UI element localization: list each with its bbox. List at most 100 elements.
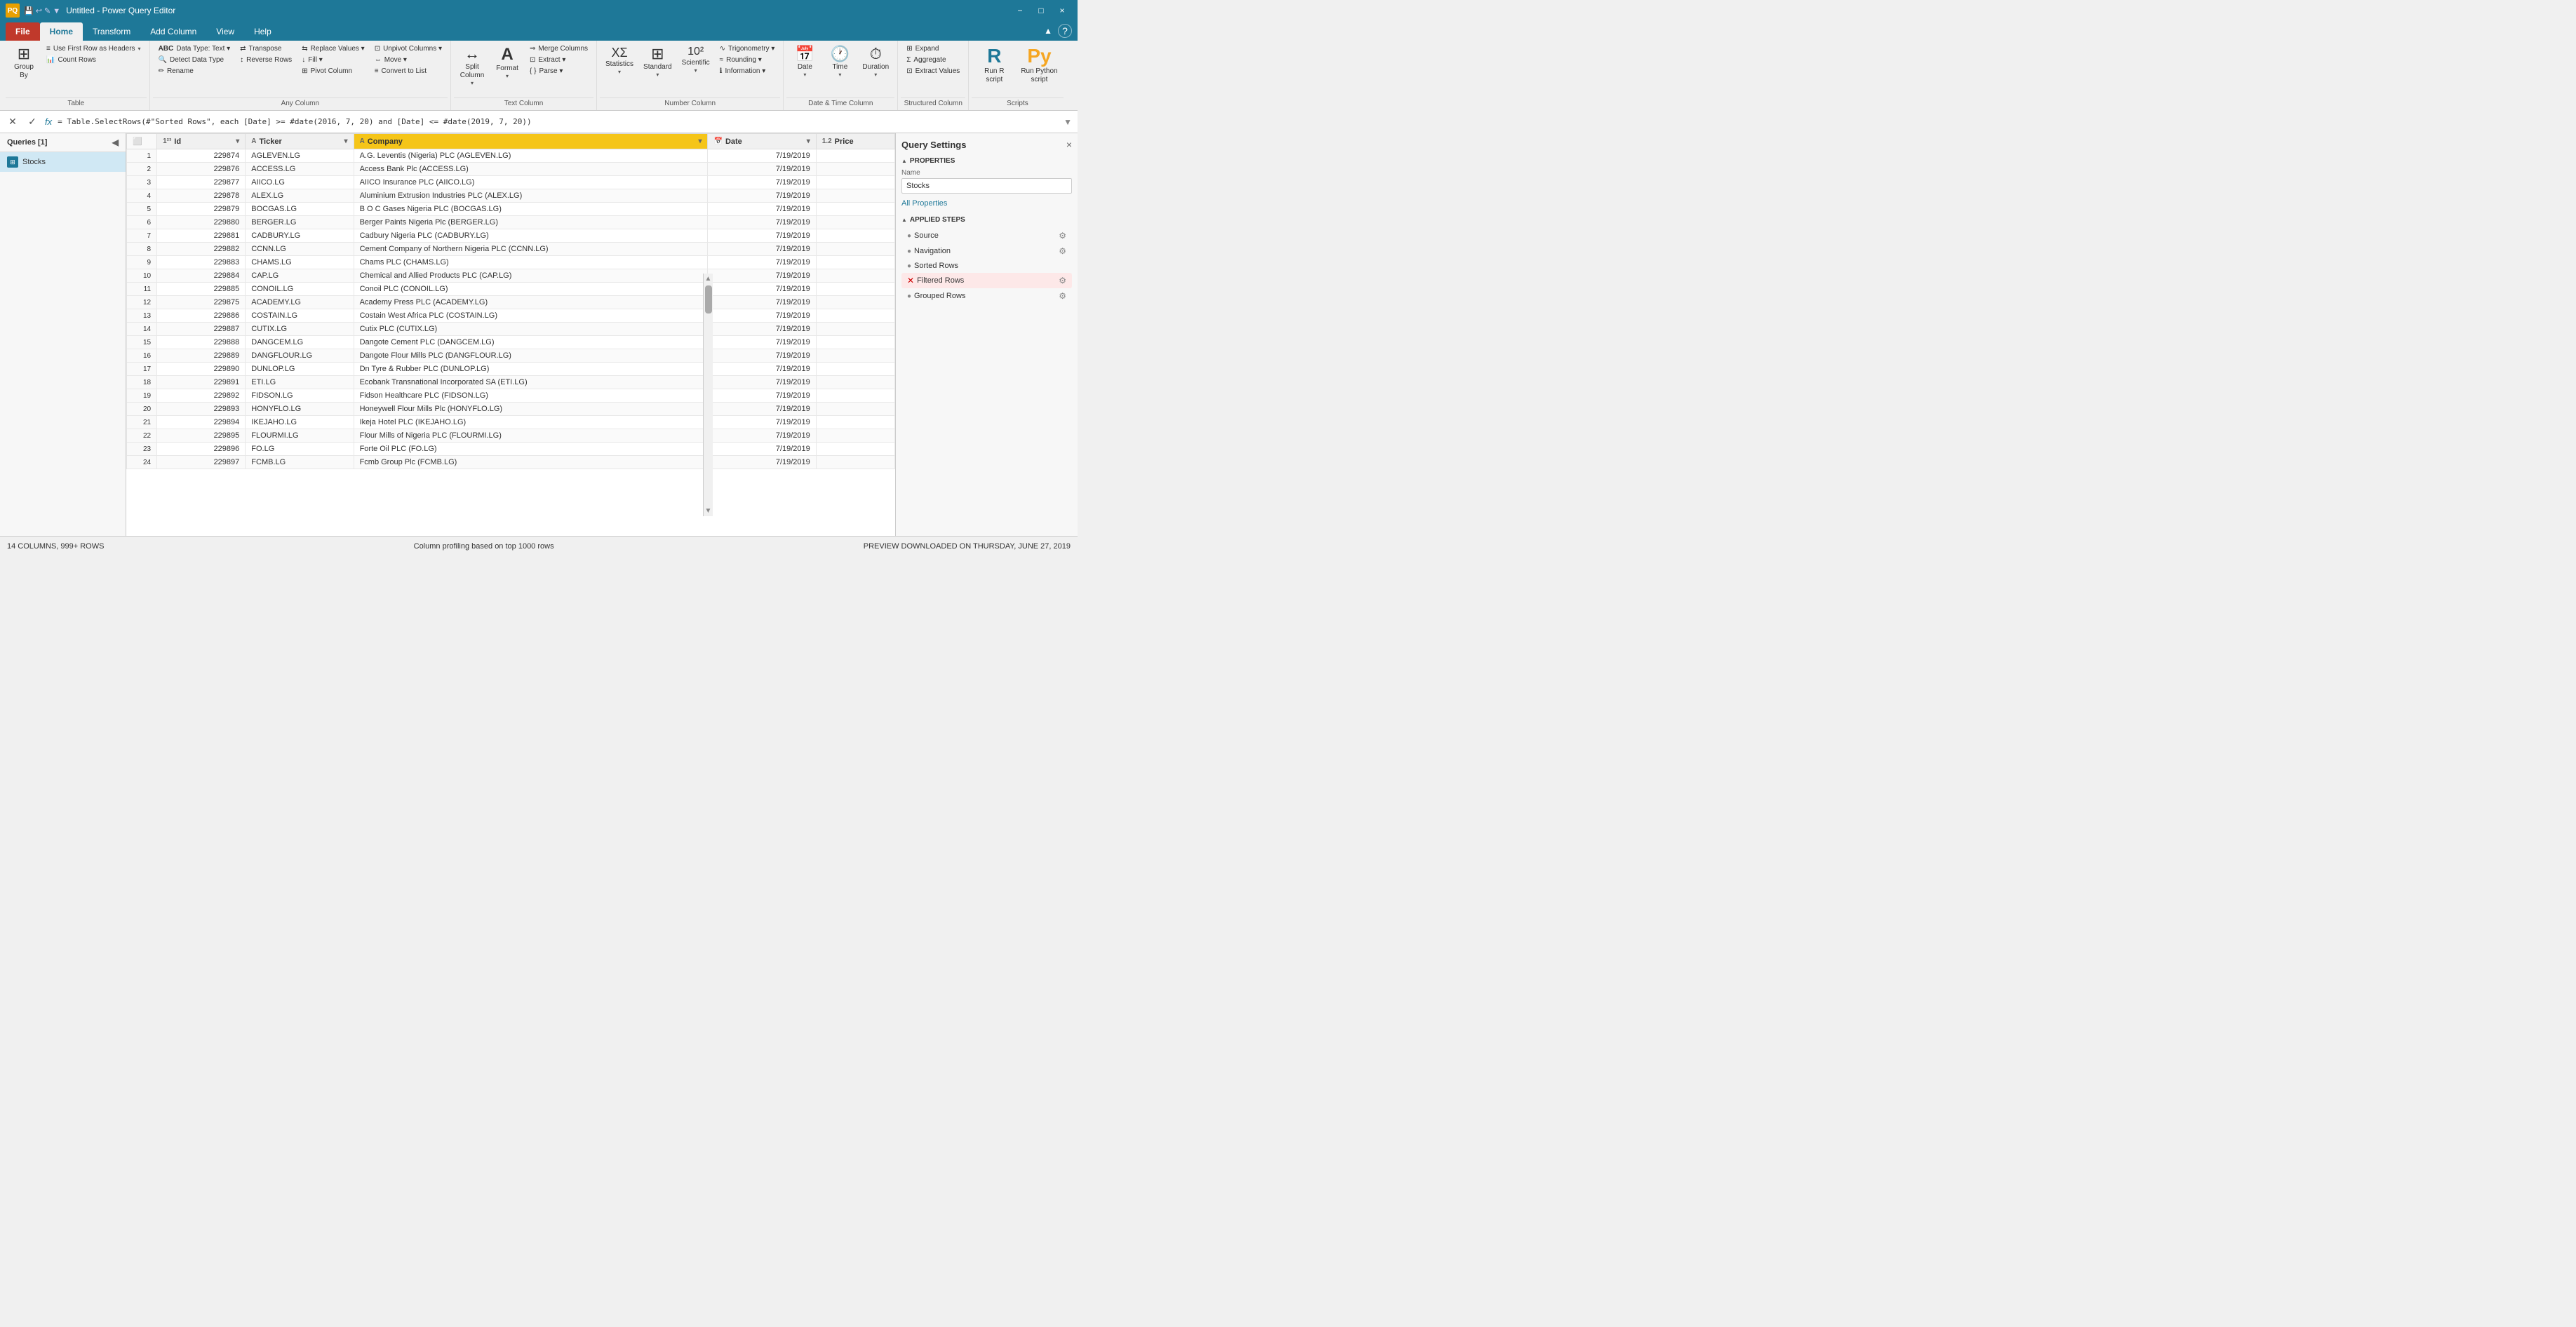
close-btn[interactable]: ×	[1052, 4, 1072, 18]
date-filter-btn[interactable]: ▾	[807, 137, 810, 145]
table-row[interactable]: 5 229879 BOCGAS.LG B O C Gases Nigeria P…	[127, 203, 895, 216]
formula-confirm-btn[interactable]: ✓	[25, 115, 39, 129]
transpose-btn[interactable]: ⇄ Transpose	[236, 43, 296, 54]
step-gear-btn[interactable]: ⚙	[1059, 276, 1066, 285]
replace-values-btn[interactable]: ⇆ Replace Values ▾	[297, 43, 369, 54]
count-rows-btn[interactable]: 📊 Count Rows	[42, 55, 145, 65]
table-row[interactable]: 15 229888 DANGCEM.LG Dangote Cement PLC …	[127, 336, 895, 349]
table-row[interactable]: 18 229891 ETI.LG Ecobank Transnational I…	[127, 376, 895, 389]
convert-list-btn[interactable]: ≡ Convert to List	[370, 66, 446, 76]
unpivot-cols-btn[interactable]: ⊡ Unpivot Columns ▾	[370, 43, 446, 54]
col-header-company[interactable]: A Company ▾	[354, 134, 708, 149]
tab-help[interactable]: Help	[244, 22, 281, 41]
scroll-up-btn[interactable]: ▲	[705, 275, 712, 283]
step-gear-btn[interactable]: ⚙	[1059, 231, 1066, 241]
table-row[interactable]: 24 229897 FCMB.LG Fcmb Group Plc (FCMB.L…	[127, 456, 895, 469]
maximize-btn[interactable]: □	[1031, 4, 1051, 18]
table-row[interactable]: 20 229893 HONYFLO.LG Honeywell Flour Mil…	[127, 403, 895, 416]
table-row[interactable]: 12 229875 ACADEMY.LG Academy Press PLC (…	[127, 296, 895, 309]
col-header-select[interactable]: ⬜	[127, 134, 157, 149]
table-row[interactable]: 16 229889 DANGFLOUR.LG Dangote Flour Mil…	[127, 349, 895, 363]
table-row[interactable]: 10 229884 CAP.LG Chemical and Allied Pro…	[127, 269, 895, 283]
formula-input[interactable]	[58, 117, 1058, 126]
table-row[interactable]: 22 229895 FLOURMI.LG Flour Mills of Nige…	[127, 429, 895, 443]
tab-home[interactable]: Home	[40, 22, 83, 41]
table-row[interactable]: 6 229880 BERGER.LG Berger Paints Nigeria…	[127, 216, 895, 229]
table-row[interactable]: 19 229892 FIDSON.LG Fidson Healthcare PL…	[127, 389, 895, 403]
query-settings-close-btn[interactable]: ×	[1066, 139, 1072, 150]
tab-view[interactable]: View	[206, 22, 244, 41]
table-row[interactable]: 23 229896 FO.LG Forte Oil PLC (FO.LG) 7/…	[127, 443, 895, 456]
expand-btn[interactable]: ⊞ Expand	[902, 43, 964, 54]
grid-container[interactable]: ⬜ 1²³ Id ▾ A	[126, 133, 895, 536]
format-btn[interactable]: A Format ▾	[490, 43, 524, 83]
query-item-stocks[interactable]: ⊞ Stocks	[0, 152, 126, 172]
rename-btn[interactable]: ✏ Rename	[154, 66, 235, 76]
col-header-price[interactable]: 1.2 Price	[816, 134, 894, 149]
trigonometry-btn[interactable]: ∿ Trigonometry ▾	[716, 43, 779, 54]
formula-expand-btn[interactable]: ▼	[1064, 117, 1072, 127]
applied-step[interactable]: ✕Filtered Rows⚙	[901, 273, 1072, 288]
table-row[interactable]: 17 229890 DUNLOP.LG Dn Tyre & Rubber PLC…	[127, 363, 895, 376]
group-by-btn[interactable]: ⊞ GroupBy	[7, 43, 41, 83]
company-filter-btn[interactable]: ▾	[698, 137, 702, 145]
date-btn[interactable]: 📅 Date ▾	[788, 43, 821, 81]
table-row[interactable]: 2 229876 ACCESS.LG Access Bank Plc (ACCE…	[127, 163, 895, 176]
information-btn[interactable]: ℹ Information ▾	[716, 66, 779, 76]
run-py-btn[interactable]: Py Run Pythonscript	[1017, 43, 1061, 87]
vertical-scrollbar[interactable]: ▲ ▼	[703, 274, 713, 516]
reverse-rows-btn[interactable]: ↕ Reverse Rows	[236, 55, 296, 65]
id-filter-btn[interactable]: ▾	[236, 137, 239, 145]
applied-step[interactable]: ●Source⚙	[901, 228, 1072, 243]
aggregate-btn[interactable]: Σ Aggregate	[902, 55, 964, 65]
standard-btn[interactable]: ⊞ Standard ▾	[639, 43, 676, 81]
table-row[interactable]: 8 229882 CCNN.LG Cement Company of North…	[127, 243, 895, 256]
extract-btn[interactable]: ⊡ Extract ▾	[525, 55, 592, 65]
duration-btn[interactable]: ⏱ Duration ▾	[858, 43, 893, 81]
table-row[interactable]: 9 229883 CHAMS.LG Chams PLC (CHAMS.LG) 7…	[127, 256, 895, 269]
all-properties-link[interactable]: All Properties	[901, 199, 1072, 208]
step-gear-btn[interactable]: ⚙	[1059, 246, 1066, 256]
run-r-btn[interactable]: R Run Rscript	[973, 43, 1015, 87]
table-row[interactable]: 21 229894 IKEJAHO.LG Ikeja Hotel PLC (IK…	[127, 416, 895, 429]
table-row[interactable]: 14 229887 CUTIX.LG Cutix PLC (CUTIX.LG) …	[127, 323, 895, 336]
tab-file[interactable]: File	[6, 22, 40, 41]
statistics-btn[interactable]: XΣ Statistics ▾	[601, 43, 638, 79]
table-row[interactable]: 7 229881 CADBURY.LG Cadbury Nigeria PLC …	[127, 229, 895, 243]
col-header-date[interactable]: 📅 Date ▾	[708, 134, 816, 149]
collapse-ribbon-btn[interactable]: ▲	[1044, 26, 1052, 36]
split-col-btn[interactable]: ↔ SplitColumn ▾	[455, 43, 489, 90]
time-btn[interactable]: 🕐 Time ▾	[823, 43, 857, 81]
table-row[interactable]: 1 229874 AGLEVEN.LG A.G. Leventis (Niger…	[127, 149, 895, 163]
applied-step[interactable]: ●Grouped Rows⚙	[901, 288, 1072, 304]
applied-step[interactable]: ●Navigation⚙	[901, 243, 1072, 259]
ticker-filter-btn[interactable]: ▾	[344, 137, 348, 145]
scroll-thumb[interactable]	[705, 285, 712, 314]
table-row[interactable]: 3 229877 AIICO.LG AIICO Insurance PLC (A…	[127, 176, 895, 189]
use-first-row-btn[interactable]: ≡ Use First Row as Headers ▾	[42, 43, 145, 54]
rounding-btn[interactable]: ≈ Rounding ▾	[716, 55, 779, 65]
col-header-ticker[interactable]: A Ticker ▾	[246, 134, 354, 149]
detect-type-btn[interactable]: 🔍 Detect Data Type	[154, 55, 235, 65]
parse-btn[interactable]: { } Parse ▾	[525, 66, 592, 76]
scroll-down-btn[interactable]: ▼	[705, 507, 712, 515]
queries-collapse-btn[interactable]: ◀	[112, 137, 119, 147]
extract-values-btn[interactable]: ⊡ Extract Values	[902, 66, 964, 76]
help-btn[interactable]: ?	[1058, 24, 1072, 38]
step-gear-btn[interactable]: ⚙	[1059, 291, 1066, 301]
tab-add-column[interactable]: Add Column	[140, 22, 206, 41]
applied-step[interactable]: ●Sorted Rows	[901, 259, 1072, 273]
merge-cols-btn[interactable]: ⇒ Merge Columns	[525, 43, 592, 54]
table-row[interactable]: 11 229885 CONOIL.LG Conoil PLC (CONOIL.L…	[127, 283, 895, 296]
name-input[interactable]	[901, 178, 1072, 194]
fill-btn[interactable]: ↓ Fill ▾	[297, 55, 369, 65]
minimize-btn[interactable]: −	[1010, 4, 1030, 18]
col-header-id[interactable]: 1²³ Id ▾	[157, 134, 246, 149]
scientific-btn[interactable]: 10² Scientific ▾	[678, 43, 714, 77]
data-type-btn[interactable]: ABC Data Type: Text ▾	[154, 43, 235, 54]
move-btn[interactable]: ⇔ Move ▾	[370, 55, 446, 65]
pivot-col-btn[interactable]: ⊞ Pivot Column	[297, 66, 369, 76]
table-row[interactable]: 13 229886 COSTAIN.LG Costain West Africa…	[127, 309, 895, 323]
tab-transform[interactable]: Transform	[83, 22, 140, 41]
formula-cancel-btn[interactable]: ✕	[6, 115, 20, 129]
